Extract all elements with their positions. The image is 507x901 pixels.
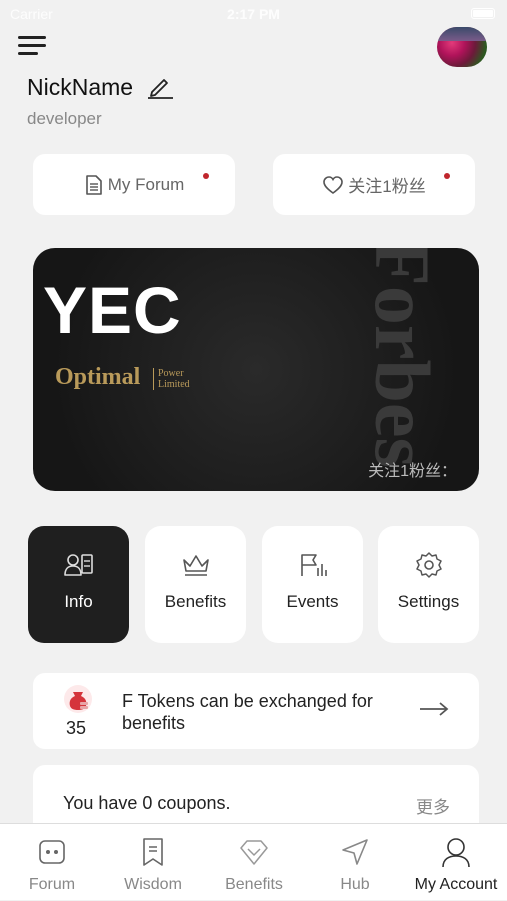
money-bag-icon [64, 685, 92, 713]
tile-benefits[interactable]: Benefits [145, 526, 246, 643]
tab-hub-label: Hub [340, 876, 370, 893]
tile-info[interactable]: Info [28, 526, 129, 643]
notification-dot [203, 173, 209, 179]
card-subtitle-small-2: Limited [158, 379, 190, 390]
tile-events-label: Events [286, 592, 339, 611]
notification-dot [444, 173, 450, 179]
id-card-icon [63, 554, 93, 576]
navigation-icon [342, 839, 368, 865]
card-brand: YEC [43, 273, 182, 347]
tile-info-label: Info [64, 592, 93, 611]
battery-icon [471, 8, 495, 19]
tile-events[interactable]: Events [262, 526, 363, 643]
tab-hub[interactable]: Hub [324, 824, 386, 901]
flag-chart-icon [300, 554, 327, 576]
person-icon [442, 838, 470, 868]
gear-icon [415, 552, 442, 578]
robot-icon [39, 840, 65, 864]
bookmark-icon [143, 838, 163, 866]
tokens-banner[interactable]: 35 F Tokens can be exchanged for benefit… [33, 673, 479, 749]
tab-wisdom-label: Wisdom [124, 876, 182, 893]
my-forum-label: My Forum [107, 174, 185, 194]
edit-icon[interactable] [146, 72, 174, 100]
card-subtitle-small: Power Limited [153, 368, 190, 390]
coupons-more-link[interactable]: 更多 [416, 793, 450, 818]
token-count: 35 [66, 718, 87, 738]
menu-icon[interactable] [18, 36, 48, 58]
card-subtitle: Optimal [55, 364, 141, 390]
card-followers: 关注1粉丝： [368, 463, 457, 480]
tab-benefits[interactable]: Benefits [223, 824, 285, 901]
tokens-description: F Tokens can be exchanged for benefits [122, 691, 373, 733]
tab-wisdom[interactable]: Wisdom [122, 824, 184, 901]
card-watermark: Forbes [359, 248, 447, 468]
tile-settings-label: Settings [397, 592, 460, 611]
heart-icon [323, 175, 344, 194]
member-card[interactable]: Forbes YEC Optimal Power Limited 关注1粉丝： [33, 248, 479, 491]
coupons-text: You have 0 coupons. [63, 793, 231, 813]
document-icon [85, 174, 102, 195]
tab-bar: Forum Wisdom Benefits Hub My Account [0, 823, 507, 900]
tile-benefits-label: Benefits [164, 592, 227, 611]
tile-settings[interactable]: Settings [378, 526, 479, 643]
tab-forum[interactable]: Forum [21, 824, 83, 901]
arrow-right-icon [420, 702, 449, 716]
status-time: 2:17 PM [227, 6, 280, 22]
my-forum-button[interactable]: My Forum [33, 154, 235, 215]
tab-forum-label: Forum [28, 876, 76, 893]
diamond-icon [240, 840, 268, 865]
tab-my-account-label: My Account [414, 876, 498, 893]
nickname: NickName [27, 74, 134, 100]
user-role: developer [27, 109, 102, 128]
card-subtitle-small-1: Power [158, 368, 184, 379]
followers-label: 关注1粉丝 [348, 177, 426, 196]
crown-icon [182, 555, 209, 576]
avatar[interactable] [437, 27, 487, 67]
status-bar: Carrier 2:17 PM [0, 0, 507, 28]
tab-my-account[interactable]: My Account [415, 824, 497, 901]
followers-button[interactable]: 关注1粉丝 [273, 154, 475, 215]
tab-benefits-label: Benefits [225, 876, 283, 893]
